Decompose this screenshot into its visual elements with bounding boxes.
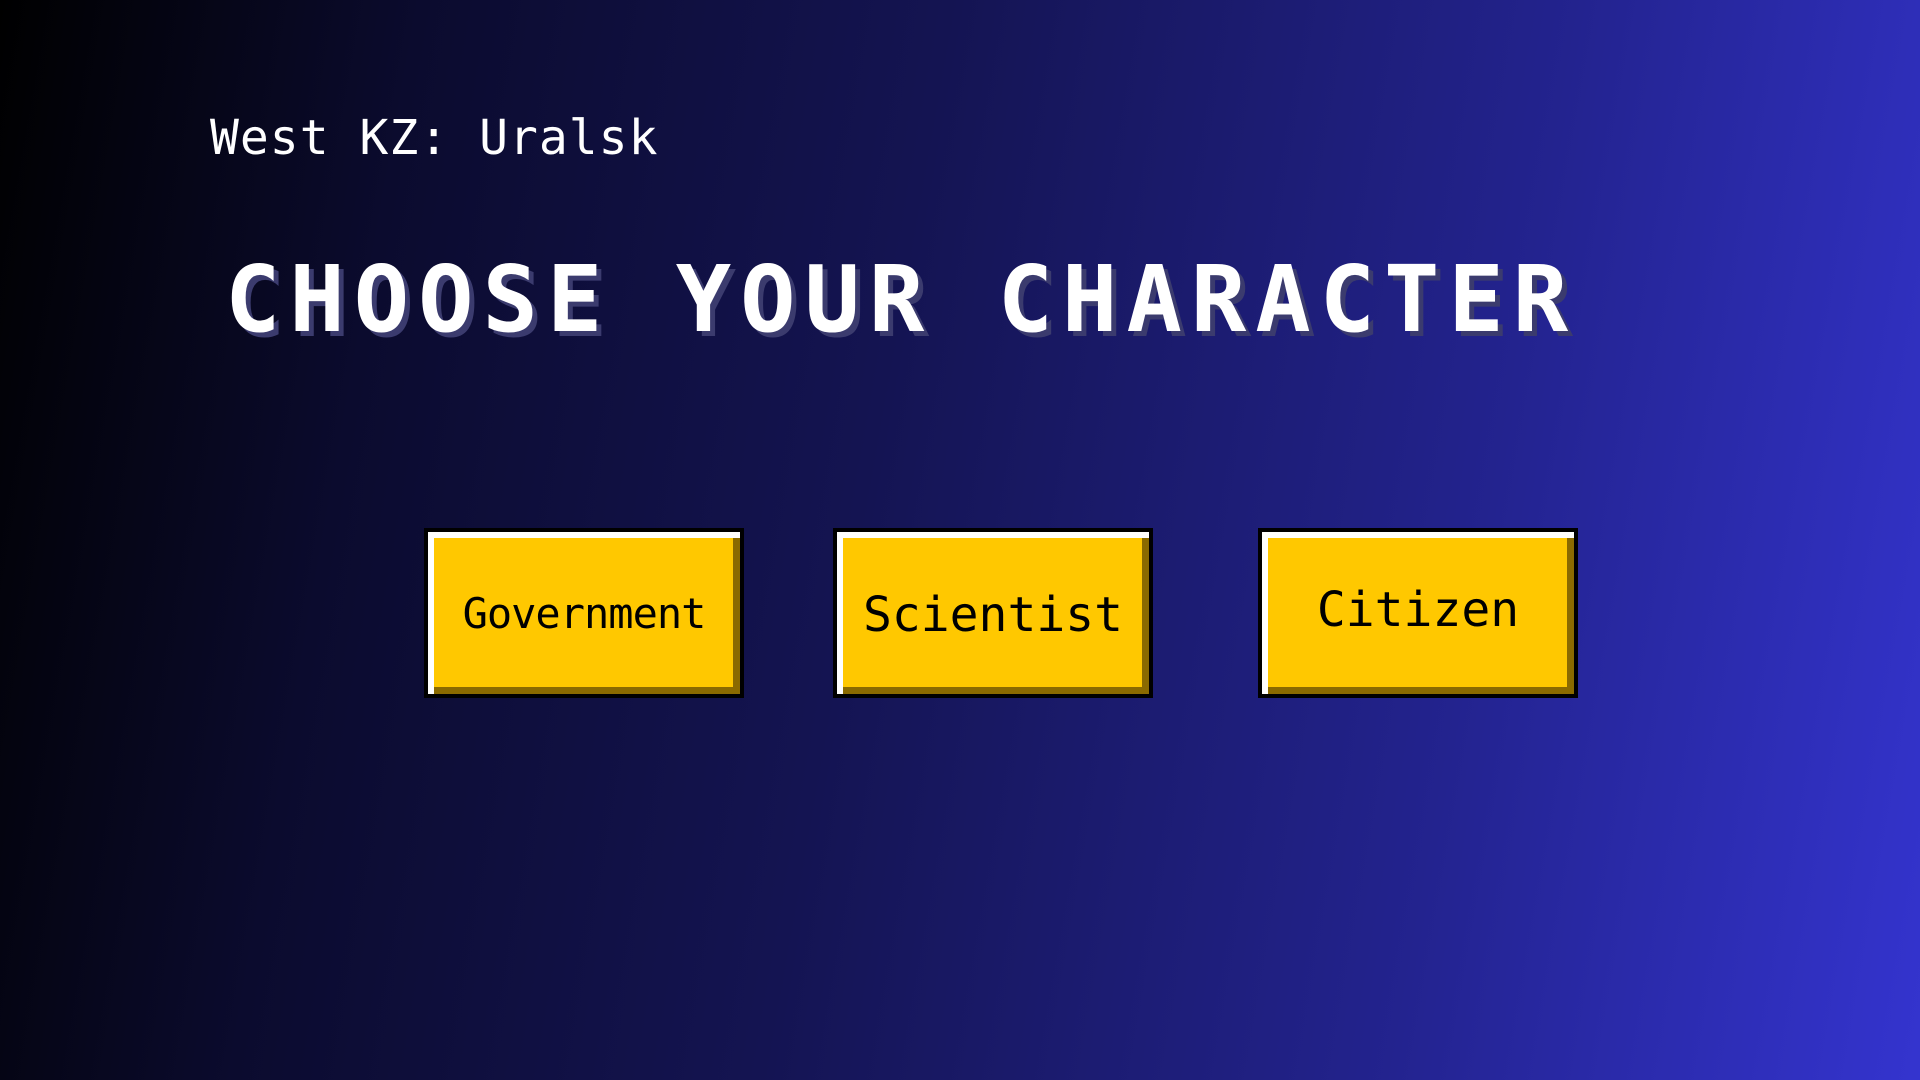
- location-label: West KZ: Uralsk: [210, 110, 659, 166]
- citizen-button-label: Citizen: [1316, 582, 1520, 638]
- scientist-button-label: Scientist: [862, 587, 1124, 643]
- citizen-button[interactable]: Citizen: [1258, 528, 1578, 698]
- page-title: Choose your character: [225, 246, 1578, 353]
- scientist-button[interactable]: Scientist: [833, 528, 1153, 698]
- government-button-label: Government: [462, 588, 707, 638]
- government-button[interactable]: Government: [424, 528, 744, 698]
